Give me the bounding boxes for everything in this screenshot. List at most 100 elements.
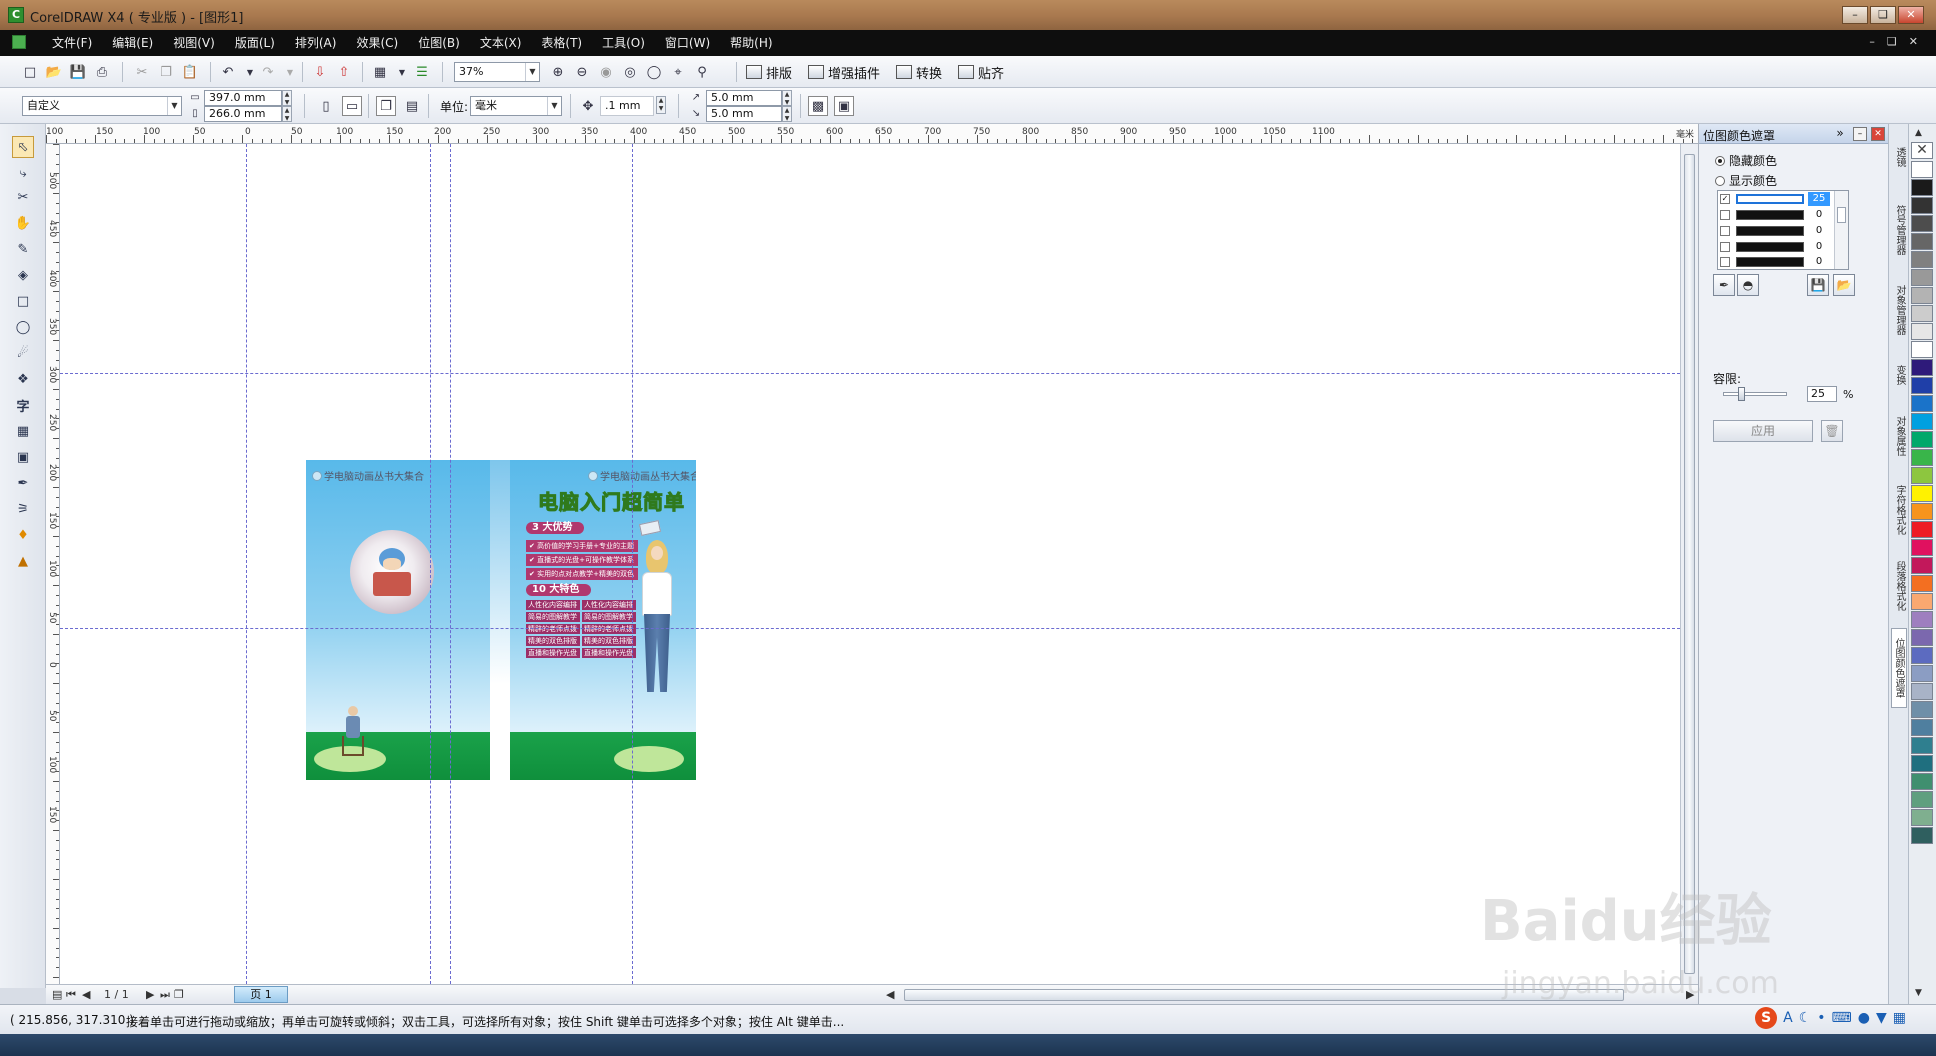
palette-swatch[interactable] [1911, 719, 1933, 736]
nudge-spinner[interactable]: ▲ ▼ [656, 96, 666, 114]
add-page-icon[interactable]: ❐ [174, 988, 184, 1001]
palette-swatch[interactable] [1911, 323, 1933, 340]
tab-symbol-manager[interactable]: 符号管理器 [1891, 194, 1907, 266]
vertical-scroll-thumb[interactable] [1684, 154, 1695, 974]
edit-color-button[interactable]: ◓ [1737, 274, 1759, 296]
horizontal-guideline[interactable] [60, 628, 1680, 629]
application-launcher-icon[interactable]: ▦ [370, 62, 390, 82]
palette-swatch[interactable] [1911, 809, 1933, 826]
horizontal-ruler[interactable]: 100 150 100 50 0 50 100 150 200 250 300 … [46, 124, 1698, 144]
treat-as-filled-icon[interactable]: ▩ [808, 96, 828, 116]
shirt-icon[interactable]: ▼ [1876, 1010, 1887, 1026]
color-checkbox[interactable] [1720, 242, 1730, 252]
cut-icon[interactable]: ✂ [132, 62, 152, 82]
front-cover[interactable]: 学电脑动画丛书大集合 电脑入门超简单 3 大优势 ✔ 高价值的学习手册+专业的主… [510, 460, 696, 780]
list-item[interactable]: ✓ 25 [1720, 192, 1832, 206]
doc-close-button[interactable]: ✕ [1909, 35, 1918, 48]
menu-view[interactable]: 视图(V) [163, 35, 225, 51]
fill-tool-icon[interactable]: ♦ [12, 524, 34, 546]
palette-swatch[interactable] [1911, 431, 1933, 448]
drawing-canvas[interactable]: 学电脑动画丛书大集合 学电脑动画丛书大集合 电脑入门超简单 3 大优势 ✔ 高价… [60, 144, 1680, 984]
palette-swatch[interactable] [1911, 269, 1933, 286]
tab-character-formatting[interactable]: 字符格式化 [1891, 476, 1907, 544]
welcome-screen-icon[interactable]: ☰ [412, 62, 432, 82]
no-color-swatch[interactable]: ✕ [1911, 142, 1933, 159]
open-mask-button[interactable]: 📂 [1833, 274, 1855, 296]
landscape-icon[interactable]: ▭ [342, 96, 362, 116]
apply-button[interactable]: 应用 [1713, 420, 1813, 442]
redo-icon[interactable]: ↷ [258, 62, 278, 82]
plugin-snap[interactable]: 贴齐 [958, 62, 1004, 82]
page-tab[interactable]: 页 1 [234, 986, 288, 1003]
docker-minimize-icon[interactable]: – [1853, 127, 1867, 141]
close-button[interactable]: ✕ [1898, 6, 1924, 24]
save-mask-button[interactable]: 💾 [1807, 274, 1829, 296]
palette-swatch[interactable] [1911, 161, 1933, 178]
list-item[interactable]: 0 [1720, 240, 1832, 254]
palette-swatch[interactable] [1911, 539, 1933, 556]
shape-tool-icon[interactable]: ⤷ [12, 162, 34, 184]
plugin-typesetting[interactable]: 排版 [746, 62, 792, 82]
palette-swatch[interactable] [1911, 233, 1933, 250]
palette-swatch[interactable] [1911, 647, 1933, 664]
horizontal-guideline[interactable] [60, 373, 1680, 374]
menu-table[interactable]: 表格(T) [531, 35, 592, 51]
menu-text[interactable]: 文本(X) [470, 35, 532, 51]
open-icon[interactable]: 📂 [44, 62, 64, 82]
next-page-icon[interactable]: ▶ [146, 988, 154, 1001]
vertical-scrollbar[interactable] [1680, 144, 1698, 984]
palette-swatch[interactable] [1911, 305, 1933, 322]
restore-button[interactable]: ❑ [1870, 6, 1896, 24]
sogou-ime-icon[interactable]: S [1755, 1007, 1778, 1029]
mask-color-list[interactable]: ✓ 25 0 0 0 0 [1717, 190, 1849, 270]
plugin-enhance[interactable]: 增强插件 [808, 62, 880, 82]
palette-swatch[interactable] [1911, 251, 1933, 268]
undo-dropdown-icon[interactable]: ▼ [240, 62, 260, 82]
menu-tools[interactable]: 工具(O) [592, 35, 655, 51]
palette-swatch[interactable] [1911, 737, 1933, 754]
spiral-tool-icon[interactable]: ☄ [12, 342, 34, 364]
palette-swatch[interactable] [1911, 575, 1933, 592]
palette-swatch[interactable] [1911, 359, 1933, 376]
palette-swatch[interactable] [1911, 395, 1933, 412]
tab-object-manager[interactable]: 对象管理器 [1891, 274, 1907, 346]
punctuation-icon[interactable]: • [1817, 1010, 1825, 1026]
page-width-field[interactable]: 397.0 mm [204, 90, 282, 106]
user-icon[interactable]: ● [1858, 1010, 1870, 1026]
ellipse-tool-icon[interactable]: ◯ [12, 316, 34, 338]
rectangle-tool-icon[interactable]: □ [12, 290, 34, 312]
tolerance-input[interactable]: 25 [1807, 386, 1837, 402]
zoom-in-icon[interactable]: ⊕ [548, 62, 568, 82]
paper-preset-combo[interactable]: 自定义 ▼ [22, 96, 182, 116]
basic-shapes-tool-icon[interactable]: ❖ [12, 368, 34, 390]
current-page-icon[interactable]: ▤ [402, 96, 422, 116]
hide-colors-radio[interactable]: 隐藏颜色 [1715, 152, 1777, 169]
tab-transformations[interactable]: 变换 [1891, 354, 1907, 396]
palette-swatch[interactable] [1911, 557, 1933, 574]
color-checkbox[interactable] [1720, 210, 1730, 220]
copy-icon[interactable]: ❐ [156, 62, 176, 82]
menu-layout[interactable]: 版面(L) [225, 35, 285, 51]
chevron-down-icon[interactable]: ▼ [167, 97, 181, 115]
palette-swatch[interactable] [1911, 341, 1933, 358]
menu-effects[interactable]: 效果(C) [346, 35, 408, 51]
new-icon[interactable]: □ [20, 62, 40, 82]
document-icon[interactable] [12, 35, 26, 49]
save-icon[interactable]: 💾 [68, 62, 88, 82]
minimize-button[interactable]: – [1842, 6, 1868, 24]
scroll-left-icon[interactable]: ◀ [886, 988, 894, 1001]
previous-page-icon[interactable]: ◀ [82, 988, 90, 1001]
show-colors-radio[interactable]: 显示颜色 [1715, 172, 1777, 189]
palette-swatch[interactable] [1911, 197, 1933, 214]
zoom-out-icon[interactable]: ⊖ [572, 62, 592, 82]
palette-swatch[interactable] [1911, 701, 1933, 718]
palette-swatch[interactable] [1911, 467, 1933, 484]
moon-icon[interactable]: ☾ [1799, 1010, 1812, 1026]
menu-window[interactable]: 窗口(W) [655, 35, 720, 51]
plugin-convert[interactable]: 转换 [896, 62, 942, 82]
tab-object-properties[interactable]: 对象属性 [1891, 404, 1907, 468]
unit-combo[interactable]: 毫米 ▼ [470, 96, 562, 116]
launcher-dropdown-icon[interactable]: ▼ [392, 62, 412, 82]
zoom-level-combo[interactable]: 37% ▼ [454, 62, 540, 82]
snap-to-bounding-box-icon[interactable]: ▣ [834, 96, 854, 116]
